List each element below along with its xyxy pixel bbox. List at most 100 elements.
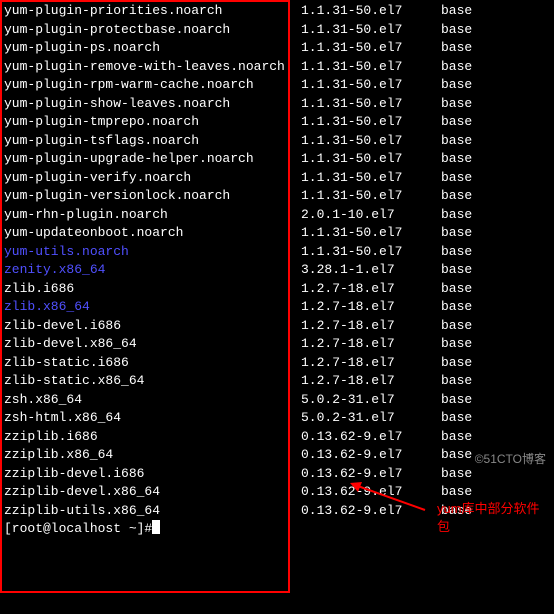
package-row: zziplib.i6860.13.62-9.el7base bbox=[4, 428, 550, 447]
package-name: zlib-devel.x86_64 bbox=[4, 335, 301, 354]
package-row: zziplib.x86_640.13.62-9.el7base bbox=[4, 446, 550, 465]
package-name: zlib.i686 bbox=[4, 280, 301, 299]
package-name: yum-updateonboot.noarch bbox=[4, 224, 301, 243]
package-row: yum-rhn-plugin.noarch2.0.1-10.el7base bbox=[4, 206, 550, 225]
package-repo: base bbox=[441, 113, 550, 132]
package-repo: base bbox=[441, 409, 550, 428]
package-repo: base bbox=[441, 280, 550, 299]
package-name: yum-plugin-remove-with-leaves.noarch bbox=[4, 58, 301, 77]
package-name: zziplib-devel.x86_64 bbox=[4, 483, 301, 502]
package-version: 1.1.31-50.el7 bbox=[301, 243, 441, 262]
package-name: zlib-devel.i686 bbox=[4, 317, 301, 336]
package-name: zlib-static.i686 bbox=[4, 354, 301, 373]
package-name: yum-plugin-tmprepo.noarch bbox=[4, 113, 301, 132]
package-row: yum-plugin-protectbase.noarch1.1.31-50.e… bbox=[4, 21, 550, 40]
package-version: 0.13.62-9.el7 bbox=[301, 428, 441, 447]
package-version: 1.1.31-50.el7 bbox=[301, 95, 441, 114]
package-repo: base bbox=[441, 243, 550, 262]
package-version: 1.2.7-18.el7 bbox=[301, 280, 441, 299]
package-row: yum-plugin-ps.noarch1.1.31-50.el7base bbox=[4, 39, 550, 58]
package-row: yum-plugin-versionlock.noarch1.1.31-50.e… bbox=[4, 187, 550, 206]
package-row: yum-plugin-tsflags.noarch1.1.31-50.el7ba… bbox=[4, 132, 550, 151]
package-repo: base bbox=[441, 354, 550, 373]
cursor bbox=[152, 520, 160, 534]
package-name: yum-plugin-rpm-warm-cache.noarch bbox=[4, 76, 301, 95]
package-row: yum-plugin-rpm-warm-cache.noarch1.1.31-5… bbox=[4, 76, 550, 95]
package-name: zziplib.x86_64 bbox=[4, 446, 301, 465]
package-name: zsh-html.x86_64 bbox=[4, 409, 301, 428]
watermark: ©51CTO博客 bbox=[475, 450, 546, 467]
package-name: yum-plugin-upgrade-helper.noarch bbox=[4, 150, 301, 169]
package-version: 1.2.7-18.el7 bbox=[301, 317, 441, 336]
package-name: zsh.x86_64 bbox=[4, 391, 301, 410]
package-name: yum-plugin-protectbase.noarch bbox=[4, 21, 301, 40]
package-repo: base bbox=[441, 150, 550, 169]
package-name: yum-plugin-ps.noarch bbox=[4, 39, 301, 58]
package-version: 5.0.2-31.el7 bbox=[301, 409, 441, 428]
package-name: zlib-static.x86_64 bbox=[4, 372, 301, 391]
package-version: 1.1.31-50.el7 bbox=[301, 187, 441, 206]
package-row: zsh-html.x86_645.0.2-31.el7base bbox=[4, 409, 550, 428]
annotation-text: yum库中部分软件包 bbox=[437, 500, 547, 536]
package-name: yum-plugin-versionlock.noarch bbox=[4, 187, 301, 206]
package-row: yum-updateonboot.noarch1.1.31-50.el7base bbox=[4, 224, 550, 243]
package-version: 1.1.31-50.el7 bbox=[301, 2, 441, 21]
package-version: 1.1.31-50.el7 bbox=[301, 113, 441, 132]
package-name: yum-plugin-priorities.noarch bbox=[4, 2, 301, 21]
package-version: 1.2.7-18.el7 bbox=[301, 335, 441, 354]
package-row: zsh.x86_645.0.2-31.el7base bbox=[4, 391, 550, 410]
package-repo: base bbox=[441, 483, 550, 502]
package-name: zziplib-devel.i686 bbox=[4, 465, 301, 484]
package-row: zlib-static.x86_641.2.7-18.el7base bbox=[4, 372, 550, 391]
package-version: 1.2.7-18.el7 bbox=[301, 372, 441, 391]
package-version: 1.1.31-50.el7 bbox=[301, 58, 441, 77]
package-repo: base bbox=[441, 317, 550, 336]
package-row: yum-plugin-verify.noarch1.1.31-50.el7bas… bbox=[4, 169, 550, 188]
package-repo: base bbox=[441, 206, 550, 225]
package-version: 5.0.2-31.el7 bbox=[301, 391, 441, 410]
package-repo: base bbox=[441, 187, 550, 206]
package-repo: base bbox=[441, 335, 550, 354]
package-version: 1.2.7-18.el7 bbox=[301, 354, 441, 373]
package-version: 1.1.31-50.el7 bbox=[301, 224, 441, 243]
package-row: zlib-static.i6861.2.7-18.el7base bbox=[4, 354, 550, 373]
package-row: yum-plugin-remove-with-leaves.noarch1.1.… bbox=[4, 58, 550, 77]
package-name: zziplib.i686 bbox=[4, 428, 301, 447]
package-repo: base bbox=[441, 298, 550, 317]
package-version: 3.28.1-1.el7 bbox=[301, 261, 441, 280]
package-repo: base bbox=[441, 58, 550, 77]
package-row: zlib-devel.x86_641.2.7-18.el7base bbox=[4, 335, 550, 354]
package-name: zenity.x86_64 bbox=[4, 261, 301, 280]
package-version: 2.0.1-10.el7 bbox=[301, 206, 441, 225]
package-version: 1.1.31-50.el7 bbox=[301, 76, 441, 95]
package-version: 0.13.62-9.el7 bbox=[301, 502, 441, 521]
package-row: yum-utils.noarch1.1.31-50.el7base bbox=[4, 243, 550, 262]
package-repo: base bbox=[441, 169, 550, 188]
package-name: yum-plugin-tsflags.noarch bbox=[4, 132, 301, 151]
package-repo: base bbox=[441, 76, 550, 95]
package-repo: base bbox=[441, 372, 550, 391]
package-repo: base bbox=[441, 2, 550, 21]
package-row: zlib.x86_641.2.7-18.el7base bbox=[4, 298, 550, 317]
package-version: 1.2.7-18.el7 bbox=[301, 298, 441, 317]
package-version: 1.1.31-50.el7 bbox=[301, 150, 441, 169]
package-repo: base bbox=[441, 39, 550, 58]
package-version: 0.13.62-9.el7 bbox=[301, 483, 441, 502]
package-name: yum-rhn-plugin.noarch bbox=[4, 206, 301, 225]
package-repo: base bbox=[441, 224, 550, 243]
package-repo: base bbox=[441, 465, 550, 484]
package-version: 1.1.31-50.el7 bbox=[301, 39, 441, 58]
package-name: yum-utils.noarch bbox=[4, 243, 301, 262]
package-version: 0.13.62-9.el7 bbox=[301, 465, 441, 484]
package-row: yum-plugin-priorities.noarch1.1.31-50.el… bbox=[4, 2, 550, 21]
package-row: yum-plugin-tmprepo.noarch1.1.31-50.el7ba… bbox=[4, 113, 550, 132]
package-row: zziplib-devel.x86_640.13.62-9.el7base bbox=[4, 483, 550, 502]
package-repo: base bbox=[441, 428, 550, 447]
package-row: zlib.i6861.2.7-18.el7base bbox=[4, 280, 550, 299]
package-name: yum-plugin-show-leaves.noarch bbox=[4, 95, 301, 114]
package-repo: base bbox=[441, 95, 550, 114]
package-row: zziplib-devel.i6860.13.62-9.el7base bbox=[4, 465, 550, 484]
package-row: zlib-devel.i6861.2.7-18.el7base bbox=[4, 317, 550, 336]
package-name: zlib.x86_64 bbox=[4, 298, 301, 317]
terminal-output[interactable]: yum-plugin-priorities.noarch1.1.31-50.el… bbox=[4, 2, 550, 539]
